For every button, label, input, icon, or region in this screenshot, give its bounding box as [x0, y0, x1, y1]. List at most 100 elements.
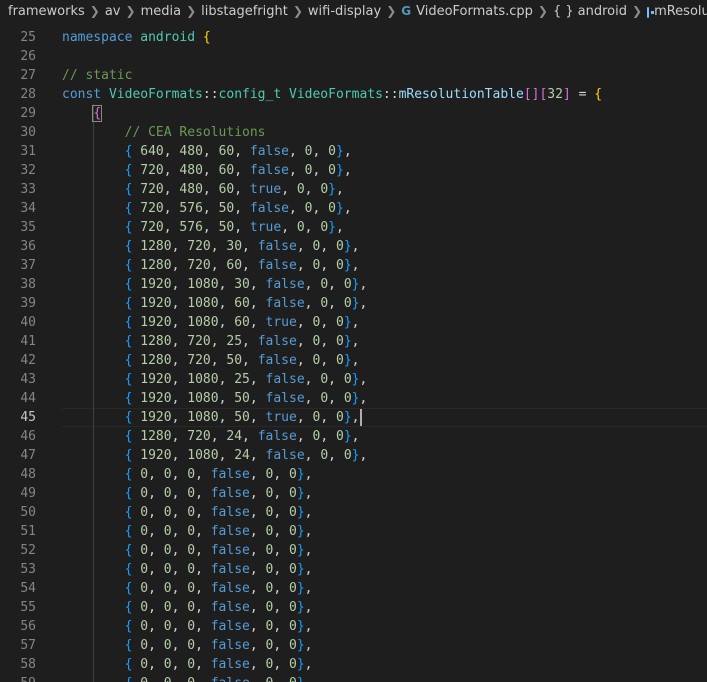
- code-line[interactable]: 47 { 1920, 1080, 24, false, 0, 0},: [0, 446, 707, 465]
- code-line[interactable]: 35 { 720, 576, 50, true, 0, 0},: [0, 218, 707, 237]
- brace-token: }: [343, 353, 352, 368]
- number-token: 0: [140, 581, 149, 596]
- code-line[interactable]: 33 { 720, 480, 60, true, 0, 0},: [0, 180, 707, 199]
- comma-token: ,: [312, 144, 329, 159]
- breadcrumb-item-wifi-display[interactable]: wifi-display: [308, 4, 381, 19]
- breadcrumb-item-av[interactable]: av: [105, 4, 121, 19]
- brace-token: }: [297, 676, 305, 682]
- text-cursor: [360, 409, 363, 426]
- code-line[interactable]: 25 namespace android {: [0, 28, 707, 47]
- code-line[interactable]: 58 { 0, 0, 0, false, 0, 0},: [0, 655, 707, 674]
- number-token: 60: [218, 163, 235, 178]
- comma-token: ,: [195, 486, 211, 501]
- breadcrumb-item-symbol[interactable]: mResolutionTable: [654, 4, 707, 19]
- comma-token: ,: [304, 182, 321, 197]
- code-line[interactable]: 42 { 1280, 720, 50, false, 0, 0},: [0, 351, 707, 370]
- code-line[interactable]: 34 { 720, 576, 50, false, 0, 0},: [0, 199, 707, 218]
- code-line[interactable]: 53 { 0, 0, 0, false, 0, 0},: [0, 560, 707, 579]
- comma-token: ,: [163, 144, 180, 159]
- comma-token: ,: [171, 296, 188, 311]
- code-line[interactable]: 27 // static: [0, 66, 707, 85]
- number-token: 0: [320, 296, 329, 311]
- comma-token: ,: [195, 676, 211, 682]
- breadcrumb-item-frameworks[interactable]: frameworks: [8, 4, 85, 19]
- comma-token: ,: [242, 334, 258, 349]
- number-token: 1280: [140, 334, 172, 349]
- brace-token: }: [343, 410, 352, 425]
- code-line[interactable]: 30 // CEA Resolutions: [0, 123, 707, 142]
- code-line[interactable]: 56 { 0, 0, 0, false, 0, 0},: [0, 617, 707, 636]
- comma-token: ,: [171, 334, 188, 349]
- comma-token: ,: [296, 410, 313, 425]
- comma-token: ,: [320, 410, 336, 425]
- code-line[interactable]: 31 { 640, 480, 60, false, 0, 0},: [0, 142, 707, 161]
- comma-token: ,: [296, 239, 313, 254]
- code-editor[interactable]: frameworks ❯ av ❯ media ❯ libstagefright…: [0, 0, 707, 682]
- code-line[interactable]: 29 {: [0, 104, 707, 123]
- number-token: 0: [304, 163, 313, 178]
- code-line[interactable]: 52 { 0, 0, 0, false, 0, 0},: [0, 541, 707, 560]
- code-line[interactable]: 46 { 1280, 720, 24, false, 0, 0},: [0, 427, 707, 446]
- code-line[interactable]: 48 { 0, 0, 0, false, 0, 0},: [0, 465, 707, 484]
- code-line[interactable]: 55 { 0, 0, 0, false, 0, 0},: [0, 598, 707, 617]
- line-number: 37: [20, 258, 36, 273]
- code-line[interactable]: 36 { 1280, 720, 30, false, 0, 0},: [0, 237, 707, 256]
- code-line[interactable]: 38 { 1920, 1080, 30, false, 0, 0},: [0, 275, 707, 294]
- comma-token: ,: [163, 201, 180, 216]
- line-number: 27: [20, 68, 36, 83]
- brace-token: }: [296, 467, 305, 482]
- code-line[interactable]: 28 const VideoFormats::config_t VideoForm…: [0, 85, 707, 104]
- code-line[interactable]: 57 { 0, 0, 0, false, 0, 0},: [0, 636, 707, 655]
- code-line[interactable]: 41 { 1280, 720, 25, false, 0, 0},: [0, 332, 707, 351]
- breadcrumb-item-media[interactable]: media: [141, 4, 182, 19]
- code-text: { 720, 576, 50, false, 0, 0},: [62, 199, 352, 218]
- comma-token: ,: [234, 182, 250, 197]
- code-line[interactable]: 40 { 1920, 1080, 60, true, 0, 0},: [0, 313, 707, 332]
- boolean-token: false: [257, 258, 297, 273]
- breadcrumb-item-file[interactable]: VideoFormats.cpp: [416, 4, 533, 19]
- code-line[interactable]: 44 { 1920, 1080, 50, false, 0, 0},: [0, 389, 707, 408]
- code-line[interactable]: 26: [0, 47, 707, 66]
- comma-token: ,: [218, 296, 235, 311]
- code-text: { 0, 0, 0, false, 0, 0},: [62, 522, 313, 541]
- number-token: 1920: [140, 315, 172, 330]
- code-text: { 0, 0, 0, false, 0, 0},: [62, 579, 313, 598]
- code-line[interactable]: 54 { 0, 0, 0, false, 0, 0},: [0, 579, 707, 598]
- code-text: { 640, 480, 60, false, 0, 0},: [62, 142, 352, 161]
- comma-token: ,: [312, 163, 329, 178]
- comma-token: ,: [148, 638, 164, 653]
- code-area[interactable]: 25 namespace android {26 27// static 28 cons…: [0, 28, 707, 682]
- code-text: { 1920, 1080, 30, false, 0, 0},: [62, 275, 368, 294]
- code-line[interactable]: 45 { 1920, 1080, 50, true, 0, 0},: [0, 408, 707, 427]
- scope-token: ::: [202, 87, 219, 102]
- boolean-token: false: [210, 505, 250, 520]
- line-number: 57: [20, 638, 36, 653]
- code-line[interactable]: 43 { 1920, 1080, 25, false, 0, 0},: [0, 370, 707, 389]
- code-line[interactable]: 39 { 1920, 1080, 60, false, 0, 0},: [0, 294, 707, 313]
- number-token: 60: [218, 182, 235, 197]
- code-line[interactable]: 37 { 1280, 720, 60, false, 0, 0},: [0, 256, 707, 275]
- number-token: 0: [343, 296, 352, 311]
- breadcrumb-item-libstagefright[interactable]: libstagefright: [201, 4, 288, 19]
- code-line[interactable]: 50 { 0, 0, 0, false, 0, 0},: [0, 503, 707, 522]
- comma-token: ,: [171, 638, 188, 653]
- number-token: 0: [187, 676, 195, 682]
- comma-token: ,: [218, 277, 235, 292]
- code-line[interactable]: 32 { 720, 480, 60, false, 0, 0},: [0, 161, 707, 180]
- comma-token: ,: [249, 505, 266, 520]
- number-token: 0: [289, 524, 297, 539]
- comma-token: ,: [171, 277, 188, 292]
- breadcrumb-item-namespace[interactable]: android: [578, 4, 627, 19]
- number-token: 0: [289, 676, 297, 682]
- boolean-token: false: [210, 638, 250, 653]
- code-line[interactable]: 49 { 0, 0, 0, false, 0, 0},: [0, 484, 707, 503]
- code-line[interactable]: 51 { 0, 0, 0, false, 0, 0},: [0, 522, 707, 541]
- comma-token: ,: [195, 524, 211, 539]
- number-token: 0: [163, 543, 172, 558]
- comma-token: ,: [304, 600, 313, 615]
- code-line[interactable]: 59 { 0, 0, 0, false, 0, 0},: [0, 674, 707, 682]
- number-token: 720: [140, 220, 164, 235]
